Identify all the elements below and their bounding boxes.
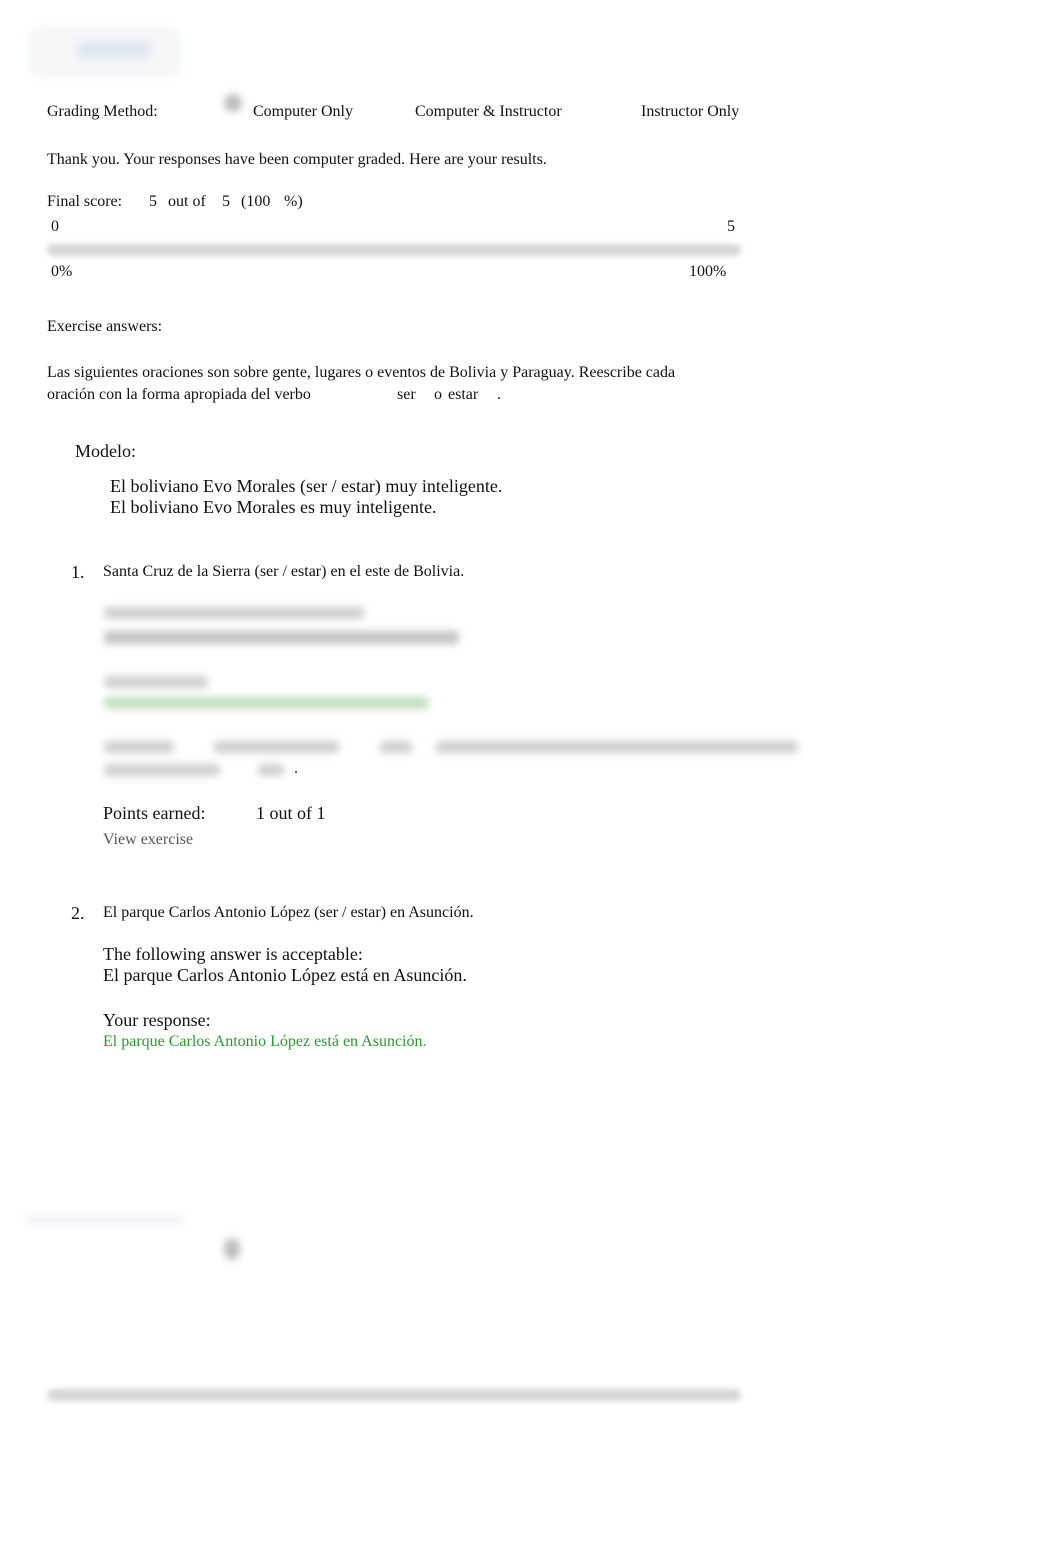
scale-max: 5 (727, 218, 735, 235)
radio-selected-icon[interactable] (224, 94, 242, 112)
pct-min: 0% (51, 263, 73, 280)
acceptable-label: The following answer is acceptable: (103, 944, 363, 964)
grading-option-computer-only: Computer Only (253, 103, 353, 120)
thanks-message: Thank you. Your responses have been comp… (47, 151, 547, 168)
blurred-feedback-4 (436, 741, 798, 753)
final-score-label: Final score: (47, 193, 123, 210)
verb-estar: estar (448, 386, 479, 403)
blurred-response-label (104, 676, 208, 688)
instructions-line1: Las siguientes oraciones son sobre gente… (47, 364, 676, 381)
score-out-of: out of (168, 193, 206, 210)
exercise-answers-label: Exercise answers: (47, 318, 163, 335)
score-percent-sign: %) (284, 193, 303, 210)
blurred-acceptable-answer (104, 631, 459, 644)
instructions-line2: oración con la forma apropiada del verbo (47, 386, 311, 403)
question-1-number: 1. (71, 562, 85, 582)
blurred-feedback-1 (104, 741, 174, 753)
blurred-acceptable-label (104, 607, 364, 619)
feedback-period: . (294, 760, 298, 777)
model-answer: El boliviano Evo Morales es muy intelige… (110, 497, 437, 517)
blurred-feedback-2 (214, 741, 339, 753)
model-prompt: El boliviano Evo Morales (ser / estar) m… (110, 476, 503, 496)
grading-option-computer-instructor: Computer & Instructor (415, 103, 562, 120)
pct-max: 100% (689, 263, 727, 280)
grading-option-instructor-only: Instructor Only (641, 103, 740, 120)
points-earned-value: 1 out of 1 (256, 803, 326, 823)
blurred-radio-icon (224, 1238, 240, 1260)
question-1-prompt: Santa Cruz de la Sierra (ser / estar) en… (103, 563, 465, 580)
view-exercise-link[interactable]: View exercise (103, 831, 193, 849)
score-earned: 5 (149, 193, 157, 210)
instructions-period: . (497, 386, 501, 403)
acceptable-answer: El parque Carlos Antonio López está en A… (103, 965, 467, 985)
blurred-feedback-6 (258, 764, 284, 776)
points-earned-label: Points earned: (103, 803, 206, 823)
scale-min: 0 (51, 218, 59, 235)
blurred-response (104, 697, 429, 709)
model-label: Modelo: (75, 441, 136, 461)
verb-or: o (434, 386, 442, 403)
response-label: Your response: (103, 1010, 211, 1030)
grading-method-label: Grading Method: (47, 103, 158, 120)
score-progress-bar (47, 244, 741, 256)
question-2-number: 2. (71, 903, 85, 923)
verb-ser: ser (397, 386, 416, 403)
blurred-footer-logo (25, 1216, 185, 1224)
question-2-prompt: El parque Carlos Antonio López (ser / es… (103, 904, 474, 921)
response-text: El parque Carlos Antonio López está en A… (103, 1033, 427, 1050)
score-percent: (100 (241, 193, 271, 210)
blurred-feedback-3 (380, 741, 412, 753)
logo-inner-blurred (78, 42, 150, 58)
blurred-feedback-5 (104, 764, 220, 776)
score-total: 5 (222, 193, 230, 210)
blurred-bottom-bar (47, 1389, 741, 1401)
